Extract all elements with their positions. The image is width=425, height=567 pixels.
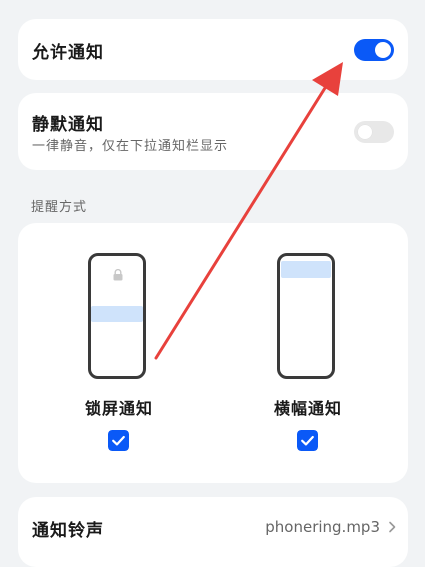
allow-notifications-row[interactable]: 允许通知 [18, 19, 408, 80]
silent-notifications-label: 静默通知 [32, 115, 104, 135]
lock-screen-notification-preview [91, 306, 143, 322]
silent-notifications-row[interactable]: 静默通知 一律静音，仅在下拉通知栏显示 [18, 93, 408, 170]
lock-screen-notification-checkbox[interactable] [108, 430, 129, 451]
chevron-right-icon [389, 521, 396, 533]
notification-ringtone-row[interactable]: 通知铃声 phonering.mp3 [18, 497, 408, 567]
toggle-knob [375, 42, 391, 58]
notification-ringtone-value: phonering.mp3 [265, 518, 380, 536]
allow-notifications-label: 允许通知 [32, 43, 104, 63]
notification-ringtone-label: 通知铃声 [32, 521, 104, 541]
lock-screen-preview[interactable] [88, 253, 146, 379]
banner-notification-label: 横幅通知 [273, 399, 342, 418]
banner-notification-checkbox[interactable] [297, 430, 318, 451]
lock-screen-notification-label: 锁屏通知 [84, 399, 153, 418]
lock-icon [113, 269, 123, 281]
silent-notifications-description: 一律静音，仅在下拉通知栏显示 [32, 139, 229, 154]
toggle-knob [357, 124, 373, 140]
reminder-style-section-label: 提醒方式 [31, 200, 88, 215]
banner-notification-preview [281, 261, 331, 278]
allow-notifications-toggle[interactable] [354, 39, 394, 61]
banner-preview[interactable] [277, 253, 335, 379]
reminder-style-card: 锁屏通知 横幅通知 [18, 223, 408, 483]
silent-notifications-toggle[interactable] [354, 121, 394, 143]
